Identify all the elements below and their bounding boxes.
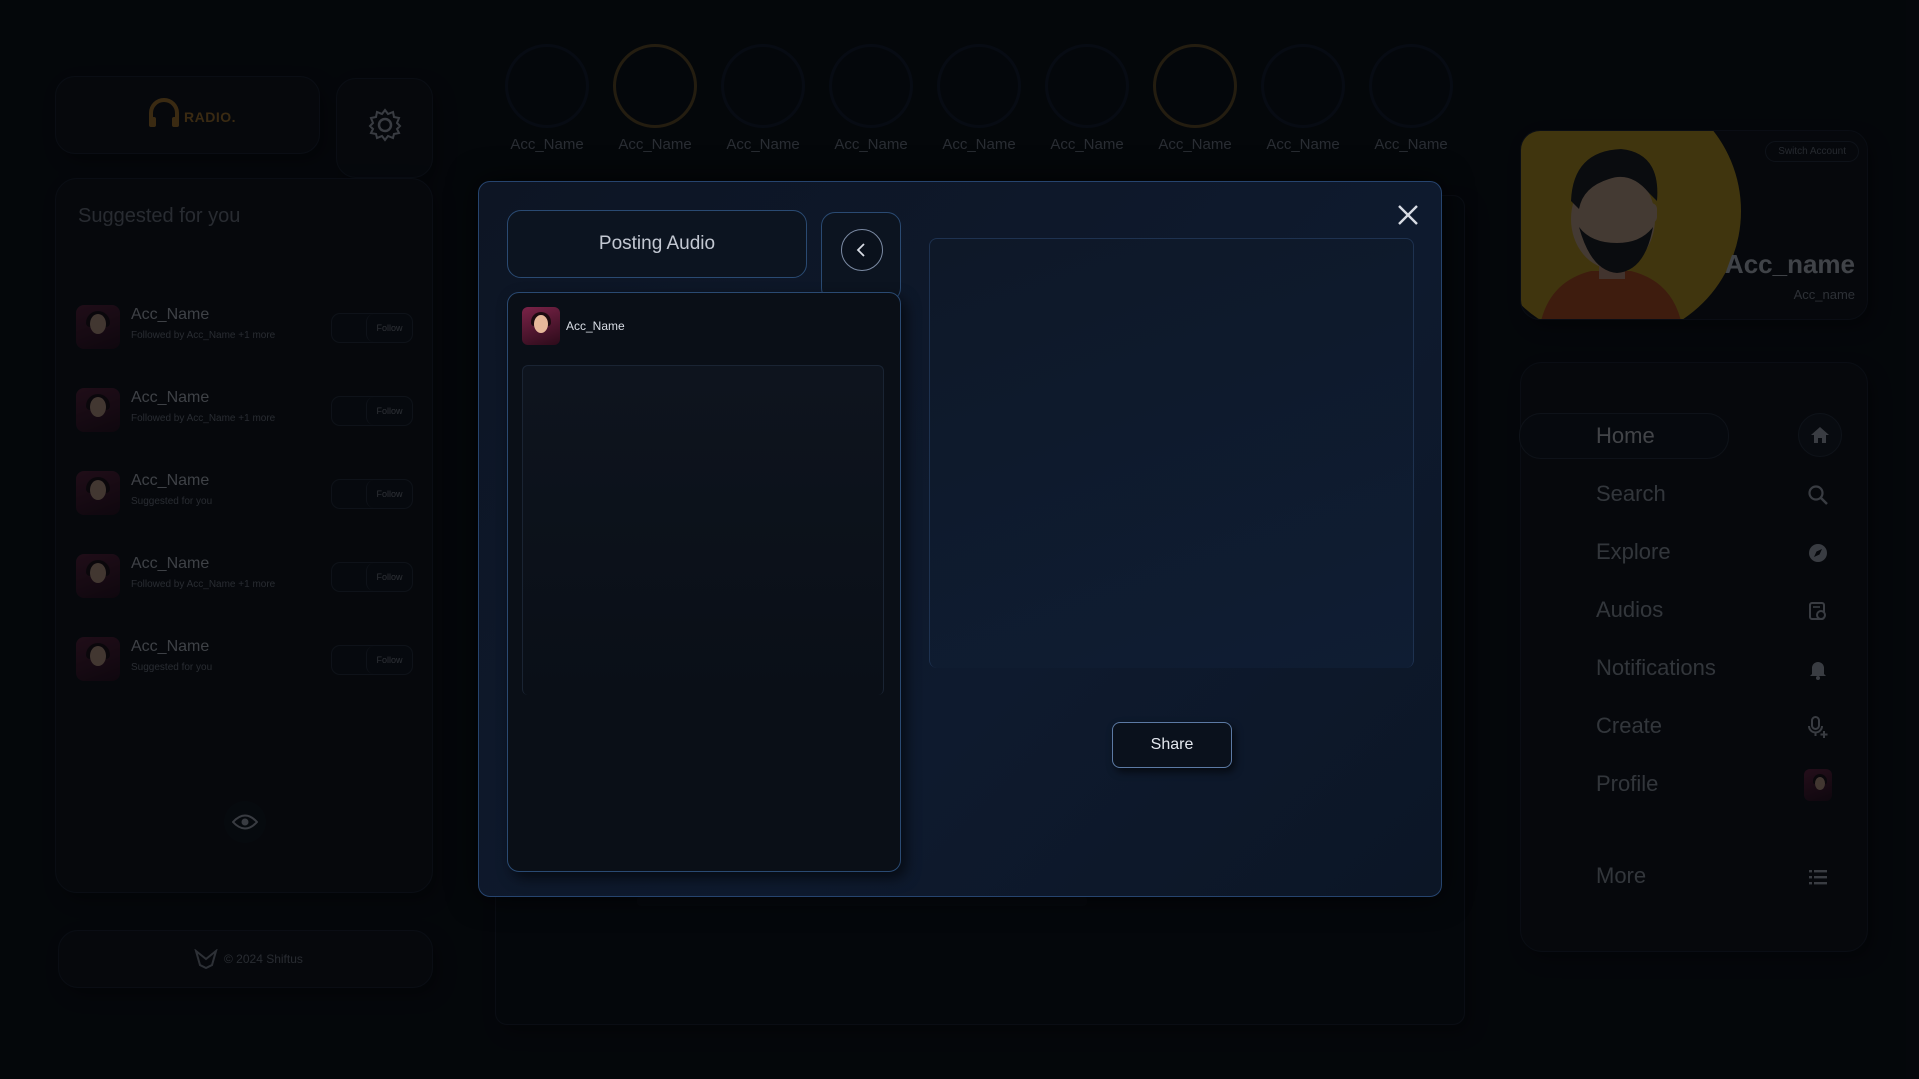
caption-input[interactable] [522, 365, 884, 695]
audio-preview-area[interactable] [929, 238, 1414, 668]
share-button[interactable]: Share [1112, 722, 1232, 768]
close-icon[interactable] [1395, 202, 1421, 228]
modal-title-tab: Posting Audio [507, 210, 807, 278]
back-panel [821, 212, 901, 302]
post-username: Acc_Name [566, 319, 625, 333]
back-button[interactable] [841, 229, 883, 271]
avatar [522, 307, 560, 345]
modal-title: Posting Audio [598, 233, 716, 254]
chevron-left-icon [856, 243, 865, 257]
posting-audio-modal: Posting Audio Acc_Name Share [478, 181, 1442, 897]
post-composer: Acc_Name [507, 292, 901, 872]
